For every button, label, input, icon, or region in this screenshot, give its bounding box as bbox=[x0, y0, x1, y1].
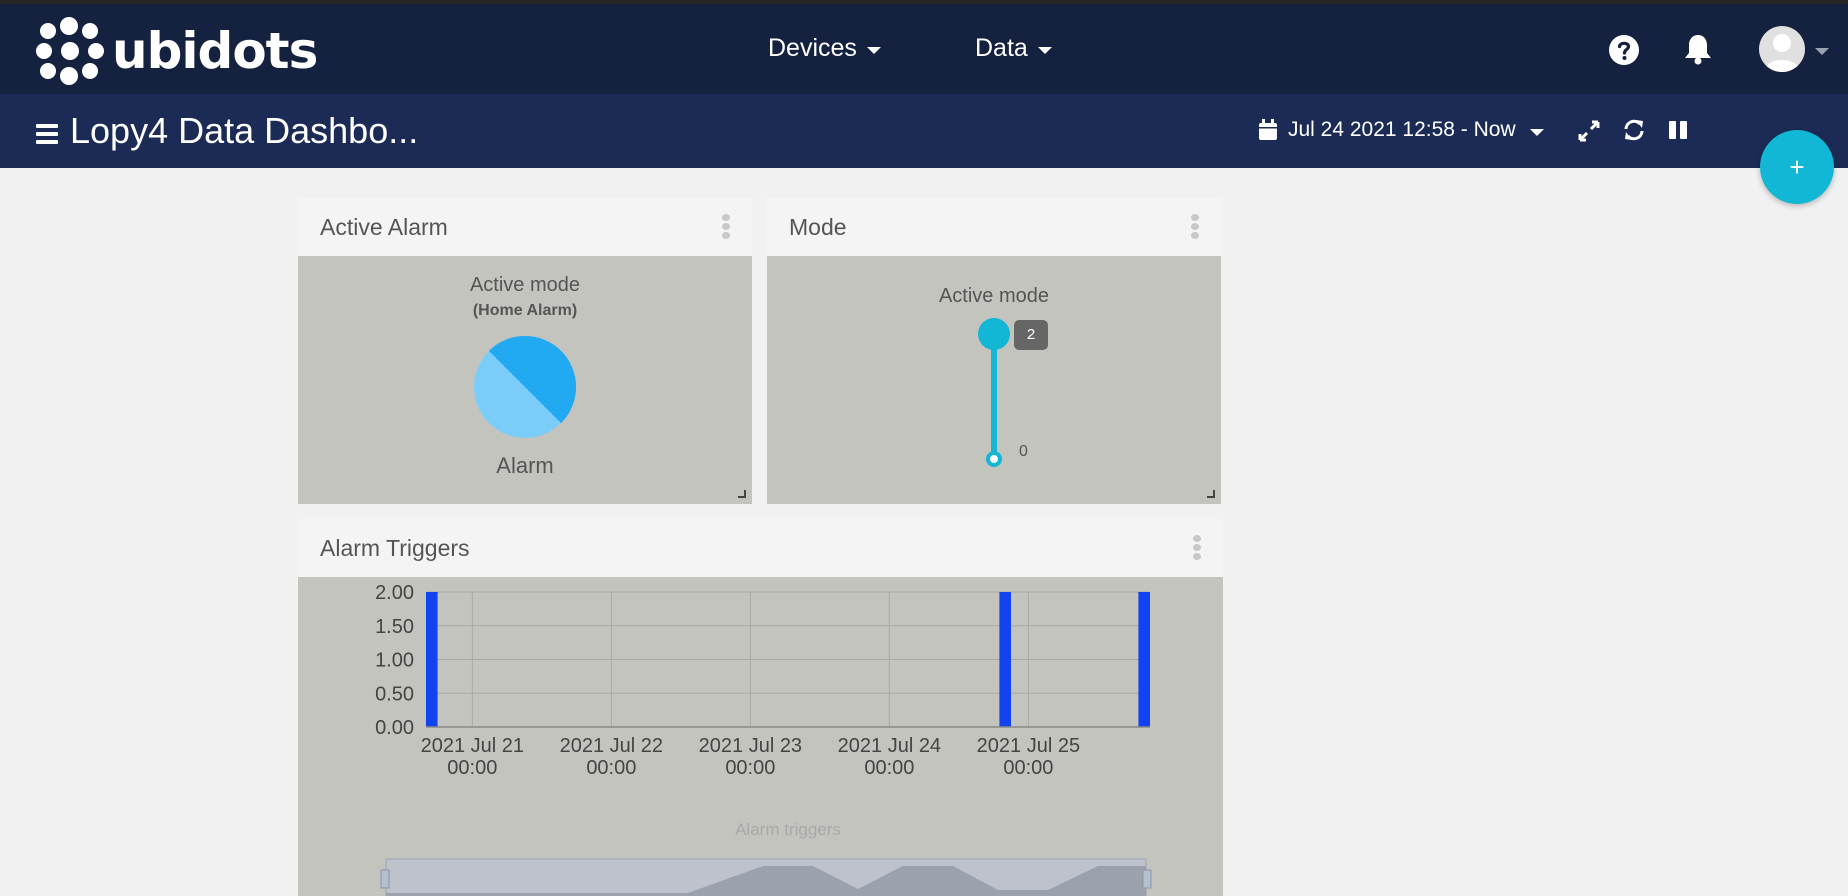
resize-handle-icon[interactable] bbox=[1207, 490, 1215, 498]
refresh-icon[interactable] bbox=[1622, 118, 1646, 142]
widget-title: Mode bbox=[789, 214, 847, 240]
dashboard-header: Lopy4 Data Dashbo... Jul 24 2021 12:58 -… bbox=[0, 94, 1848, 168]
x-tick-label: 00:00 bbox=[1003, 757, 1053, 779]
avatar[interactable] bbox=[1759, 26, 1805, 72]
kebab-menu-icon[interactable] bbox=[1193, 535, 1201, 561]
dashboard-title[interactable]: Lopy4 Data Dashbo... bbox=[70, 110, 418, 152]
bell-icon[interactable] bbox=[1683, 32, 1713, 66]
resize-handle-icon[interactable] bbox=[738, 490, 746, 498]
chevron-down-icon bbox=[1529, 128, 1544, 136]
slider-value-badge: 2 bbox=[1014, 320, 1048, 350]
brand-name: ubidots bbox=[112, 22, 318, 80]
date-range-label: Jul 24 2021 12:58 - Now bbox=[1288, 118, 1516, 141]
y-tick-label: 1.50 bbox=[375, 616, 414, 638]
x-axis-label: Alarm triggers bbox=[735, 820, 841, 839]
slider-handle[interactable] bbox=[978, 318, 1010, 350]
x-tick-label: 00:00 bbox=[586, 757, 636, 779]
x-tick-label: 2021 Jul 22 bbox=[560, 735, 663, 757]
y-tick-label: 0.50 bbox=[375, 683, 414, 705]
widget-caption: Active mode bbox=[938, 285, 1050, 307]
active-alarm-widget: Active Alarm Active mode (Home Alarm) Al… bbox=[298, 198, 752, 504]
navigator-handle-right bbox=[1142, 869, 1152, 889]
widget-header: Alarm Triggers bbox=[298, 519, 1223, 577]
widget-subcaption: (Home Alarm) bbox=[472, 302, 578, 319]
x-tick-label: 00:00 bbox=[864, 757, 914, 779]
alarm-state-indicator bbox=[474, 335, 577, 438]
alarm-state-label: Alarm bbox=[496, 453, 554, 478]
nav-devices-label: Devices bbox=[768, 34, 857, 62]
slider-min-marker bbox=[986, 451, 1002, 467]
widget-caption: Active mode bbox=[469, 274, 581, 296]
add-widget-button[interactable]: + bbox=[1760, 130, 1834, 204]
help-icon[interactable] bbox=[1608, 34, 1640, 66]
slider-track[interactable] bbox=[991, 334, 997, 456]
x-tick-label: 00:00 bbox=[725, 757, 775, 779]
date-range-picker[interactable]: Jul 24 2021 12:58 - Now bbox=[1258, 118, 1544, 142]
mode-widget: Mode Active mode 2 0 bbox=[767, 198, 1221, 504]
y-tick-label: 2.00 bbox=[375, 582, 414, 604]
x-tick-label: 2021 Jul 24 bbox=[838, 735, 941, 757]
kebab-menu-icon[interactable] bbox=[1191, 214, 1199, 240]
x-tick-label: 2021 Jul 25 bbox=[977, 735, 1080, 757]
y-tick-label: 1.00 bbox=[375, 650, 414, 672]
logo-dots-icon bbox=[36, 17, 104, 85]
x-tick-label: 2021 Jul 23 bbox=[699, 735, 802, 757]
alarm-triggers-chart: 0.000.501.001.502.002021 Jul 2100:002021… bbox=[375, 582, 1152, 896]
widget-title: Alarm Triggers bbox=[320, 535, 470, 561]
alarm-triggers-widget: Alarm Triggers 0.00 0.50 1.00 1.50 2.00 2021 … bbox=[298, 519, 1223, 896]
chart-bar bbox=[426, 592, 438, 727]
widget-header: Mode bbox=[767, 198, 1221, 256]
calendar-icon bbox=[1259, 119, 1277, 140]
top-navbar: ubidots Devices Data bbox=[0, 0, 1848, 94]
widget-title: Active Alarm bbox=[320, 214, 448, 240]
widget-header: Active Alarm bbox=[298, 198, 752, 256]
y-tick-label: 0.00 bbox=[375, 717, 414, 739]
slider-min-label: 0 bbox=[1019, 443, 1028, 460]
fullscreen-icon[interactable] bbox=[1578, 120, 1600, 142]
navigator-handle-left bbox=[380, 869, 390, 889]
kebab-menu-icon[interactable] bbox=[722, 214, 730, 240]
chart-bar bbox=[1138, 592, 1150, 727]
ubidots-logo[interactable]: ubidots bbox=[36, 16, 336, 86]
chevron-down-icon bbox=[866, 47, 881, 54]
x-tick-label: 2021 Jul 21 bbox=[421, 735, 524, 757]
menu-icon[interactable] bbox=[36, 124, 58, 144]
nav-data-label: Data bbox=[975, 34, 1028, 62]
chevron-down-icon bbox=[1037, 47, 1052, 54]
avatar-chevron-down-icon[interactable] bbox=[1815, 48, 1829, 55]
chart-bar bbox=[999, 592, 1011, 727]
x-tick-label: 00:00 bbox=[447, 757, 497, 779]
nav-data-dropdown[interactable]: Data bbox=[975, 34, 1052, 63]
pause-icon[interactable] bbox=[1668, 120, 1688, 140]
nav-devices-dropdown[interactable]: Devices bbox=[768, 34, 881, 63]
